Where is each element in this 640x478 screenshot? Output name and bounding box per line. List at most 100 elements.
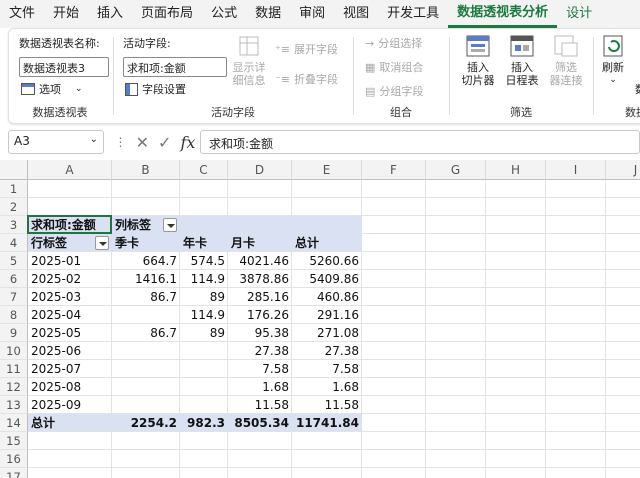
pivot-value-cell[interactable]: 86.7 (112, 324, 180, 342)
drilldown-button[interactable]: 显示详 细信息 (229, 33, 269, 87)
pivot-value-cell[interactable]: 574.5 (180, 252, 228, 270)
pivot-column-header[interactable]: 月卡 (228, 234, 292, 252)
menu-item-2[interactable]: 插入 (88, 0, 132, 28)
pivot-value-cell[interactable]: 4021.46 (228, 252, 292, 270)
pivot-column-header[interactable]: 季卡 (112, 234, 180, 252)
row-header-6[interactable]: 6 (0, 270, 28, 288)
row-header-10[interactable]: 10 (0, 342, 28, 360)
field-settings-button[interactable]: 字段设置 (125, 81, 186, 97)
pivot-value-cell[interactable]: 7.58 (228, 360, 292, 378)
pivot-value-cell[interactable]: 271.08 (292, 324, 362, 342)
pivot-value-cell[interactable]: 114.9 (180, 270, 228, 288)
pivot-value-cell[interactable]: 86.7 (112, 288, 180, 306)
fx-icon[interactable]: fx (180, 133, 195, 152)
insert-slicer-button[interactable]: 插入 切片器 (457, 33, 499, 87)
pivot-row-label[interactable]: 2025-04 (28, 306, 112, 324)
row-header-14[interactable]: 14 (0, 414, 28, 432)
pivot-value-cell[interactable]: 664.7 (112, 252, 180, 270)
pivot-value-cell[interactable]: 291.16 (292, 306, 362, 324)
row-header-11[interactable]: 11 (0, 360, 28, 378)
pivot-grand-total-cell[interactable]: 2254.2 (112, 414, 180, 432)
pivot-value-cell[interactable]: 95.38 (228, 324, 292, 342)
pivot-row-label[interactable]: 2025-01 (28, 252, 112, 270)
pivot-value-cell[interactable]: 1.68 (228, 378, 292, 396)
pivot-value-cell[interactable]: 114.9 (180, 306, 228, 324)
pivot-value-cell[interactable]: 89 (180, 324, 228, 342)
pivot-row-label[interactable]: 2025-06 (28, 342, 112, 360)
pivot-value-cell[interactable]: 11.58 (292, 396, 362, 414)
row-header-7[interactable]: 7 (0, 288, 28, 306)
pivot-value-cell[interactable]: 460.86 (292, 288, 362, 306)
refresh-button[interactable]: 刷新 ⌄ (597, 33, 629, 87)
row-header-2[interactable]: 2 (0, 198, 28, 216)
row-header-5[interactable]: 5 (0, 252, 28, 270)
row-header-1[interactable]: 1 (0, 180, 28, 198)
active-field-input[interactable]: 求和项:金额 (123, 57, 227, 77)
pivot-column-header[interactable]: 总计 (292, 234, 362, 252)
formula-input[interactable]: 求和项:金额 (200, 130, 640, 154)
pivot-value-cell[interactable]: 176.26 (228, 306, 292, 324)
pivot-value-cell[interactable]: 285.16 (228, 288, 292, 306)
menu-item-4[interactable]: 公式 (202, 0, 246, 28)
menu-item-8[interactable]: 开发工具 (378, 0, 448, 28)
row-header-4[interactable]: 4 (0, 234, 28, 252)
spreadsheet-grid[interactable]: A B C D E F G H I J 1 2 3 4 5 6 7 8 9 10 11 12 13 14 15 16 17 求和项:金… (0, 160, 640, 478)
pivot-grand-total-cell[interactable]: 982.3 (180, 414, 228, 432)
pivot-value-cell[interactable]: 27.38 (228, 342, 292, 360)
column-header-J[interactable]: J (606, 160, 640, 180)
column-header-D[interactable]: D (228, 160, 292, 180)
row-header-17[interactable]: 17 (0, 468, 28, 478)
collapse-field-button[interactable]: ⁻≡ 折叠字段 (275, 71, 338, 87)
name-box[interactable]: A3 ⌄ (8, 130, 104, 154)
row-header-12[interactable]: 12 (0, 378, 28, 396)
menu-item-9[interactable]: 数据透视表分析 (448, 1, 558, 28)
pivot-value-cell[interactable]: 5260.66 (292, 252, 362, 270)
pivot-grand-total-cell[interactable]: 8505.34 (228, 414, 292, 432)
group-selection-button[interactable]: → 分组选择 (365, 35, 422, 51)
row-header-9[interactable]: 9 (0, 324, 28, 342)
menu-item-6[interactable]: 审阅 (290, 0, 334, 28)
pivot-value-cell[interactable]: 1416.1 (112, 270, 180, 288)
pivot-row-label[interactable]: 2025-07 (28, 360, 112, 378)
expand-field-button[interactable]: ⁺≡ 展开字段 (275, 41, 338, 57)
column-header-B[interactable]: B (112, 160, 180, 180)
pivot-value-cell[interactable]: 89 (180, 288, 228, 306)
select-all-corner[interactable] (0, 160, 28, 180)
column-header-A[interactable]: A (28, 160, 112, 180)
pivot-row-label[interactable]: 2025-05 (28, 324, 112, 342)
row-header-3[interactable]: 3 (0, 216, 28, 234)
row-header-15[interactable]: 15 (0, 432, 28, 450)
column-filter-dropdown[interactable] (163, 218, 177, 232)
column-header-C[interactable]: C (180, 160, 228, 180)
pivot-value-cell[interactable]: 27.38 (292, 342, 362, 360)
pivot-value-cell[interactable]: 5409.86 (292, 270, 362, 288)
insert-timeline-button[interactable]: 插入 日程表 (501, 33, 543, 87)
pivot-column-header[interactable]: 年卡 (180, 234, 228, 252)
pivot-row-label[interactable]: 2025-03 (28, 288, 112, 306)
row-header-13[interactable]: 13 (0, 396, 28, 414)
row-filter-dropdown[interactable] (95, 236, 109, 250)
menu-item-10[interactable]: 设计 (557, 0, 601, 28)
menu-item-1[interactable]: 开始 (44, 0, 88, 28)
pivot-row-label[interactable]: 2025-02 (28, 270, 112, 288)
column-header-E[interactable]: E (292, 160, 362, 180)
column-header-F[interactable]: F (362, 160, 426, 180)
menu-item-0[interactable]: 文件 (0, 0, 44, 28)
pivot-name-input[interactable]: 数据透视表3 (19, 57, 109, 77)
row-header-8[interactable]: 8 (0, 306, 28, 324)
options-button[interactable]: 选项 ⌄ (21, 81, 83, 97)
pivot-grand-total-cell[interactable]: 11741.84 (292, 414, 362, 432)
filter-connections-button[interactable]: 筛选 器连接 (545, 33, 587, 87)
pivot-value-cell[interactable]: 11.58 (228, 396, 292, 414)
pivot-value-cell[interactable]: 7.58 (292, 360, 362, 378)
cancel-icon[interactable]: ✕ (136, 133, 149, 152)
pivot-value-cell[interactable]: 3878.86 (228, 270, 292, 288)
menu-item-3[interactable]: 页面布局 (132, 0, 202, 28)
pivot-grand-total-label[interactable]: 总计 (28, 414, 112, 432)
confirm-icon[interactable]: ✓ (158, 133, 171, 152)
pivot-row-label[interactable]: 2025-08 (28, 378, 112, 396)
pivot-row-label[interactable]: 2025-09 (28, 396, 112, 414)
row-header-16[interactable]: 16 (0, 450, 28, 468)
group-field-button[interactable]: ▤ 分组字段 (365, 83, 423, 99)
ungroup-button[interactable]: ▦ 取消组合 (365, 59, 423, 75)
